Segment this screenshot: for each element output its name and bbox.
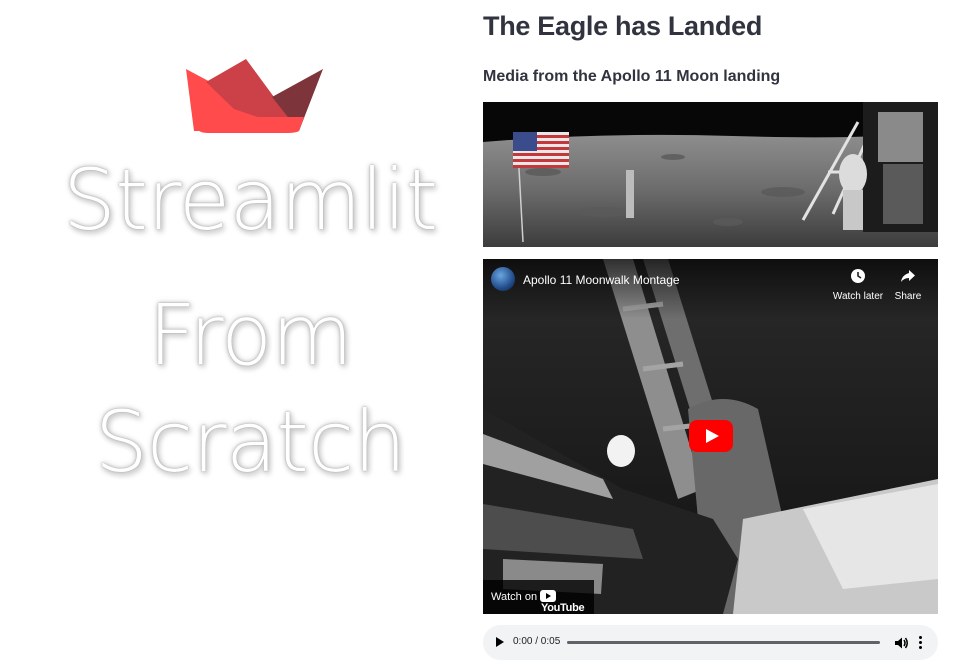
audio-player[interactable]: 0:00 / 0:05: [483, 625, 938, 660]
youtube-logo: YouTube: [540, 590, 594, 614]
share-label: Share: [894, 291, 922, 302]
youtube-brand-label: YouTube: [541, 602, 585, 614]
watch-on-youtube-link[interactable]: Watch on YouTube: [483, 580, 594, 614]
share-icon: [901, 270, 915, 282]
audio-time: 0:00 / 0:05: [513, 636, 561, 647]
video-play-button[interactable]: [689, 420, 733, 452]
audio-play-icon[interactable]: [496, 637, 504, 647]
watch-later-button[interactable]: Watch later: [831, 268, 885, 302]
hero-title-line-2: From: [147, 286, 353, 384]
youtube-play-icon: [540, 590, 556, 603]
volume-icon[interactable]: [893, 634, 911, 652]
video-title[interactable]: Apollo 11 Moonwalk Montage: [523, 273, 680, 287]
streamlit-logo: [186, 59, 323, 133]
page-title: The Eagle has Landed: [483, 11, 763, 41]
audio-seek-bar[interactable]: [567, 641, 880, 644]
watch-on-label: Watch on: [491, 591, 538, 603]
channel-avatar[interactable]: [491, 267, 515, 291]
watch-later-label: Watch later: [832, 291, 884, 302]
page-subtitle: Media from the Apollo 11 Moon landing: [483, 68, 781, 85]
hero-title-line-3: Scratch: [94, 393, 407, 491]
clock-icon: [851, 269, 865, 283]
hero-title-line-1: Streamlit: [62, 151, 439, 249]
moon-landing-image: [483, 102, 938, 247]
video-player[interactable]: Apollo 11 Moonwalk Montage Watch later S…: [483, 259, 938, 614]
more-vert-icon[interactable]: [917, 635, 923, 651]
share-button[interactable]: Share: [881, 268, 935, 302]
